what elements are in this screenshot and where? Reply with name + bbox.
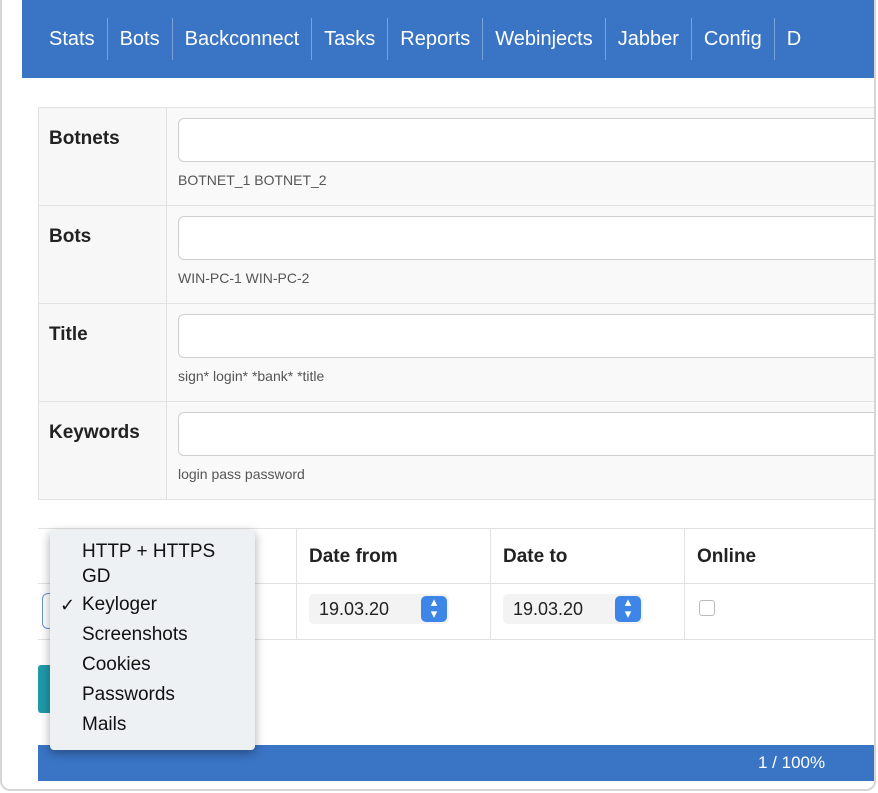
filter-label: Botnets (39, 108, 167, 205)
nav-jabber[interactable]: Jabber (604, 18, 691, 60)
date-to-value: 19.03.20 (513, 599, 584, 619)
report-type-dropdown: HTTP + HTTPS GD ✓ Keyloger Screenshots C… (50, 530, 255, 750)
dropdown-option-screenshots[interactable]: Screenshots (50, 620, 255, 650)
bots-input[interactable] (178, 216, 874, 260)
nav-tasks[interactable]: Tasks (311, 18, 387, 60)
filter-row-keywords: Keywords login pass password (39, 401, 874, 499)
filter-label: Title (39, 304, 167, 401)
date-from-picker[interactable]: 19.03.20 ▴ ▾ (309, 594, 449, 624)
online-column: Online (684, 529, 874, 639)
filter-hint: sign* login* *bank* *title (178, 368, 325, 384)
title-input[interactable] (178, 314, 874, 358)
dropdown-option-cookies[interactable]: Cookies (50, 650, 255, 680)
filter-row-bots: Bots WIN-PC-1 WIN-PC-2 (39, 205, 874, 303)
date-to-column: Date to 19.03.20 ▴ ▾ (490, 529, 685, 639)
nav-bots[interactable]: Bots (106, 18, 172, 60)
date-from-column: Date from 19.03.20 ▴ ▾ (296, 529, 491, 639)
filter-hint: login pass password (178, 466, 305, 482)
dropdown-option-mails[interactable]: Mails (50, 710, 255, 740)
filter-form: Botnets BOTNET_1 BOTNET_2 Bots WIN-PC-1 … (38, 107, 874, 500)
keywords-input[interactable] (178, 412, 874, 456)
date-to-header: Date to (503, 546, 568, 567)
filter-label: Keywords (39, 402, 167, 499)
filter-hint: BOTNET_1 BOTNET_2 (178, 172, 327, 188)
date-from-header: Date from (309, 546, 398, 567)
nav-webinjects[interactable]: Webinjects (482, 18, 604, 60)
progress-bar: 1 / 100% (38, 745, 874, 781)
nav-reports[interactable]: Reports (387, 18, 482, 60)
dropdown-option-http[interactable]: HTTP + HTTPS (50, 540, 255, 565)
dropdown-option-keyloger[interactable]: ✓ Keyloger (50, 590, 255, 620)
nav-config[interactable]: Config (690, 18, 774, 60)
online-header: Online (697, 546, 757, 567)
nav-stats[interactable]: Stats (22, 18, 107, 60)
filter-row-title: Title sign* login* *bank* *title (39, 303, 874, 401)
page-frame: Stats Bots Backconnect Tasks Reports Web… (0, 0, 876, 791)
filter-row-botnets: Botnets BOTNET_1 BOTNET_2 (39, 108, 874, 205)
filter-label: Bots (39, 206, 167, 303)
nav-truncated[interactable]: D (773, 18, 813, 60)
date-from-spinner-icon[interactable]: ▴ ▾ (421, 595, 447, 622)
dropdown-option-passwords[interactable]: Passwords (50, 680, 255, 710)
checkmark-icon: ✓ (60, 595, 76, 615)
progress-text: 1 / 100% (758, 753, 826, 772)
date-to-picker[interactable]: 19.03.20 ▴ ▾ (503, 594, 643, 624)
dropdown-option-gd[interactable]: GD (50, 565, 255, 590)
online-checkbox[interactable] (699, 600, 715, 616)
filter-hint: WIN-PC-1 WIN-PC-2 (178, 270, 310, 286)
nav-backconnect[interactable]: Backconnect (171, 18, 312, 60)
date-from-value: 19.03.20 (319, 599, 390, 619)
date-to-spinner-icon[interactable]: ▴ ▾ (615, 595, 641, 622)
top-nav: Stats Bots Backconnect Tasks Reports Web… (22, 0, 874, 78)
botnets-input[interactable] (178, 118, 874, 162)
